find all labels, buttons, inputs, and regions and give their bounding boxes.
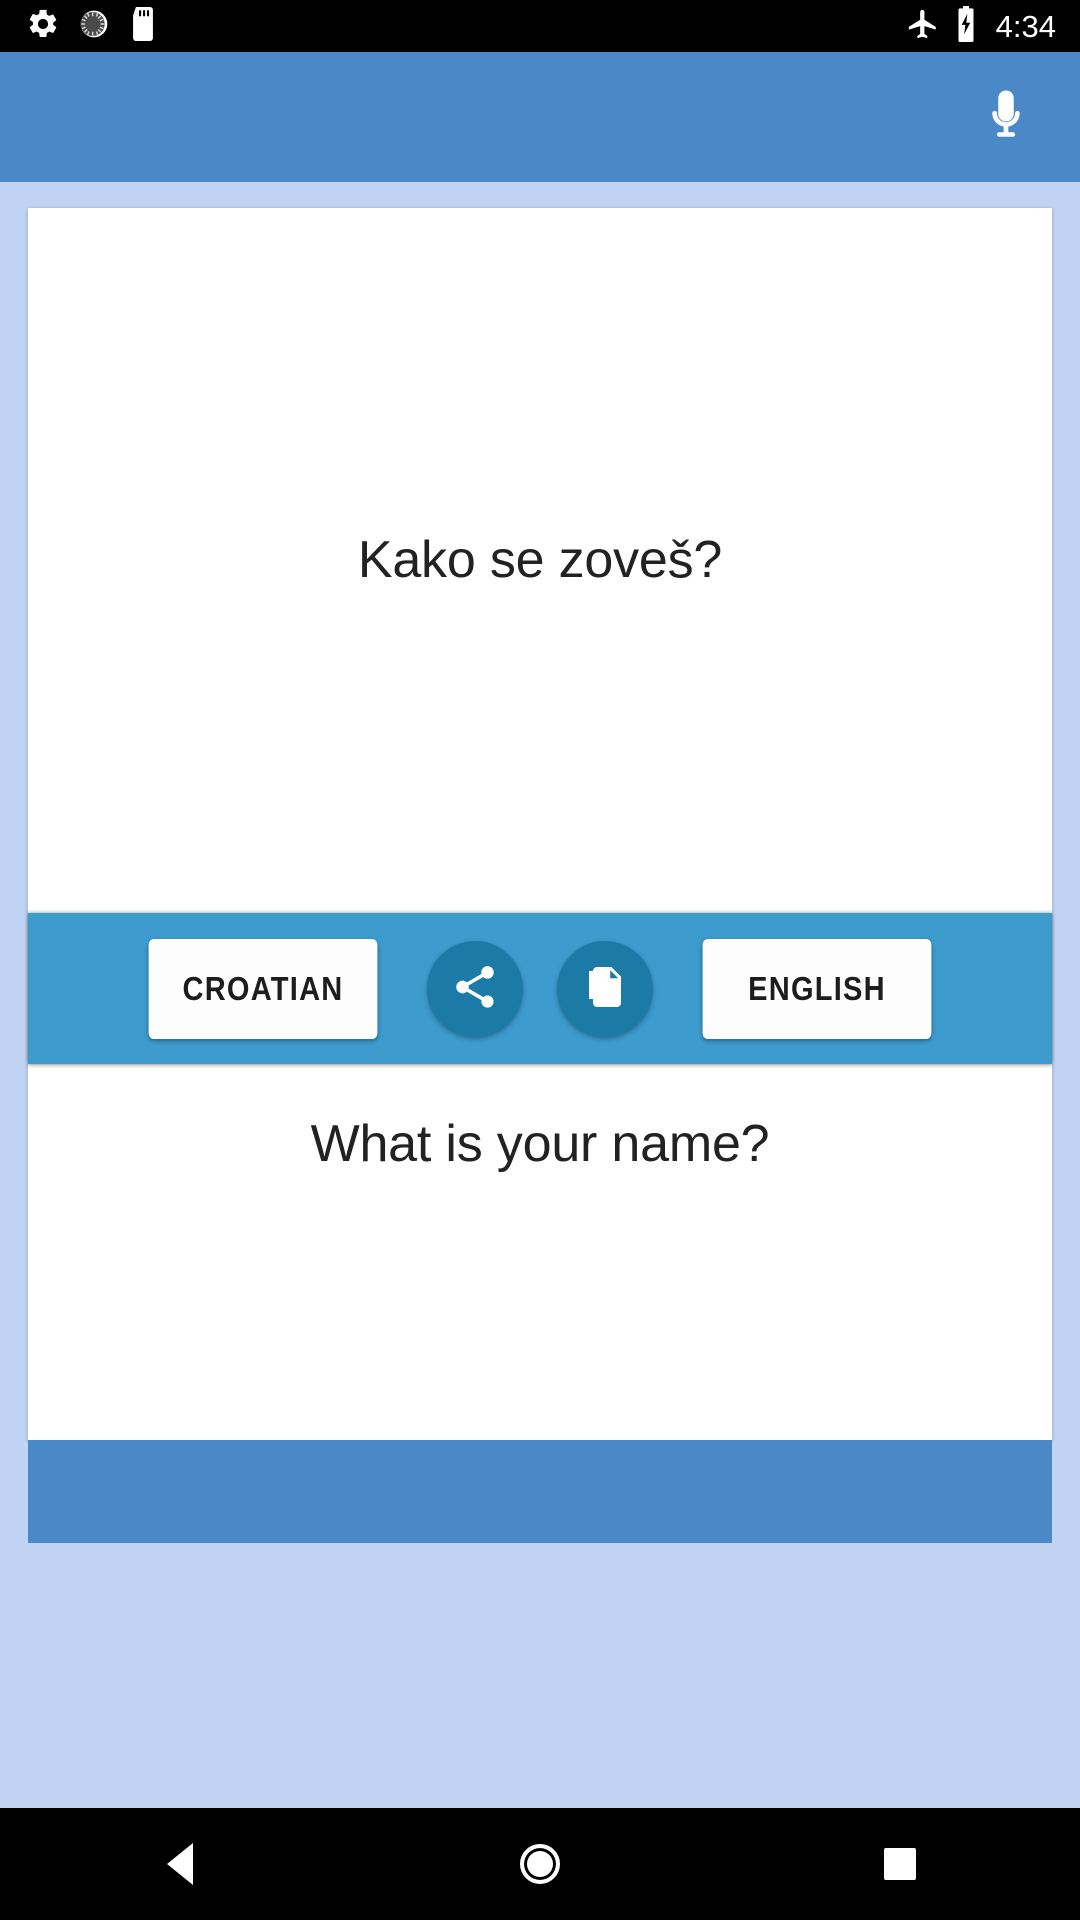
home-icon xyxy=(520,1844,560,1884)
recents-icon xyxy=(884,1848,916,1880)
app-bar xyxy=(0,52,1080,182)
target-language-button[interactable]: ENGLISH xyxy=(702,938,932,1039)
language-toolbar: CROATIAN ENGLISH xyxy=(28,913,1052,1064)
copy-icon xyxy=(581,963,629,1014)
status-bar-clock: 4:34 xyxy=(995,8,1056,44)
android-navigation-bar xyxy=(0,1808,1080,1920)
battery-charging-icon xyxy=(954,5,978,47)
nav-home-button[interactable] xyxy=(450,1808,630,1920)
sd-card-icon xyxy=(128,6,158,46)
microphone-icon xyxy=(975,84,1037,151)
status-bar: 4:34 xyxy=(0,0,1080,52)
back-icon xyxy=(167,1843,193,1885)
source-text: Kako se zoveš? xyxy=(357,531,723,589)
source-language-button[interactable]: CROATIAN xyxy=(148,938,378,1039)
microphone-button[interactable] xyxy=(968,79,1044,155)
target-text: What is your name? xyxy=(310,1115,770,1173)
copy-button[interactable] xyxy=(557,940,653,1037)
phone-screen: 4:34 Kako se zoveš? CROATIAN ENGLISH Wha… xyxy=(0,0,1080,1920)
source-text-pane[interactable]: Kako se zoveš? xyxy=(28,208,1052,913)
brightness-dial-icon xyxy=(78,8,110,45)
target-text-pane[interactable]: What is your name? xyxy=(28,1064,1052,1440)
nav-recents-button[interactable] xyxy=(810,1808,990,1920)
share-icon xyxy=(450,962,500,1015)
status-bar-left-icons xyxy=(26,6,158,46)
bottom-blue-strip xyxy=(28,1440,1052,1543)
nav-back-button[interactable] xyxy=(90,1808,270,1920)
settings-gear-icon xyxy=(26,7,60,46)
status-bar-right-icons: 4:34 xyxy=(906,5,1056,47)
translation-card: Kako se zoveš? CROATIAN ENGLISH What is … xyxy=(28,208,1052,1440)
airplane-mode-icon xyxy=(906,7,940,46)
share-button[interactable] xyxy=(427,940,523,1037)
